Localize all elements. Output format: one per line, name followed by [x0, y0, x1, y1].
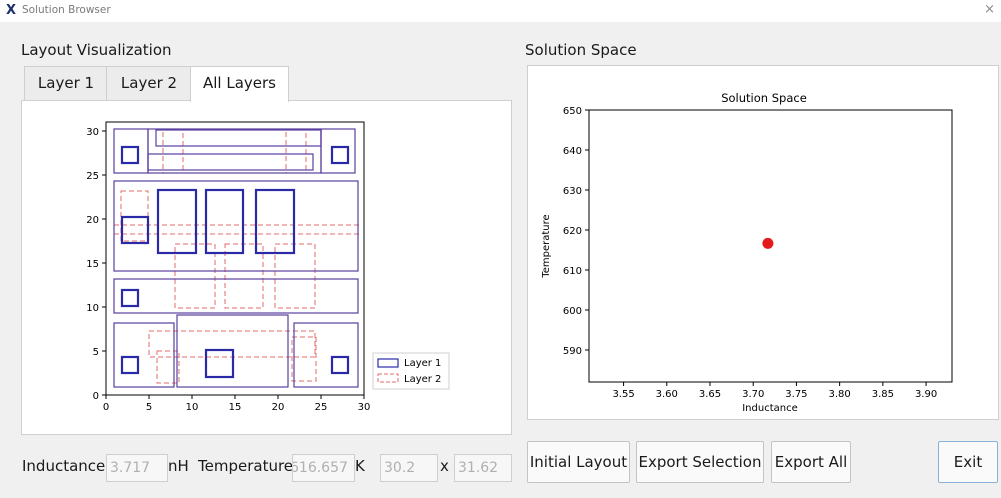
x-logo-icon: X — [6, 3, 17, 18]
x-tick-label: 3.70 — [742, 389, 764, 400]
y-axis-label: Temperature — [541, 214, 552, 278]
legend-layer-1-label: Layer 1 — [404, 358, 441, 369]
x-axis-label: Inductance — [742, 403, 798, 414]
layout-y-tick-label: 10 — [86, 303, 99, 314]
x-tick-label: 3.90 — [915, 389, 937, 400]
layout-y-tick-label: 0 — [93, 391, 99, 402]
x-tick-label: 3.80 — [829, 389, 851, 400]
tab-layer-1[interactable]: Layer 1 — [24, 66, 108, 100]
layout-x-tick-label: 25 — [315, 402, 328, 413]
tab-all-layers[interactable]: All Layers — [190, 66, 289, 102]
exit-button[interactable]: Exit — [938, 441, 998, 483]
export-all-button[interactable]: Export All — [771, 441, 851, 483]
layout-plot: 0 5 10 15 20 25 30 0 5 10 15 20 25 30 La… — [86, 121, 450, 413]
window-title: Solution Browser — [22, 4, 111, 16]
layout-y-tick-label: 20 — [86, 215, 99, 226]
layout-x-ticks: 0 5 10 15 20 25 30 — [103, 395, 371, 413]
scatter-x-ticks: 3.55 3.60 3.65 3.70 3.75 3.80 3.85 3.90 — [612, 382, 937, 400]
solution-plot-panel: Solution Space 3.55 3.60 3.65 3.70 3.75 3.80 3… — [527, 65, 999, 420]
temperature-label: Temperature — [198, 457, 294, 475]
solution-scatter-plot[interactable]: Solution Space 3.55 3.60 3.65 3.70 3.75 3.80 3… — [528, 66, 998, 419]
inductance-unit: nH — [168, 457, 189, 475]
layout-x-tick-label: 5 — [146, 402, 152, 413]
layout-x-tick-label: 10 — [186, 402, 199, 413]
y-tick-label: 640 — [563, 146, 582, 157]
temperature-field[interactable]: 616.657 — [292, 454, 355, 482]
temperature-unit: K — [355, 457, 365, 475]
inductance-field[interactable]: 3.717 — [106, 454, 168, 482]
layout-y-tick-label: 15 — [86, 259, 99, 270]
x-tick-label: 3.55 — [612, 389, 634, 400]
scatter-y-ticks: 590 600 610 620 630 640 650 — [563, 106, 589, 357]
layout-axes-frame — [105, 121, 365, 396]
export-selection-button[interactable]: Export Selection — [636, 441, 764, 483]
layout-visualization-title: Layout Visualization — [21, 41, 172, 59]
solution-space-title: Solution Space — [525, 41, 637, 59]
layout-x-tick-label: 20 — [272, 402, 285, 413]
dimension-y-field[interactable]: 31.62 — [454, 454, 512, 482]
layout-plot-panel: 0 5 10 15 20 25 30 0 5 10 15 20 25 30 La… — [21, 100, 512, 435]
x-tick-label: 3.65 — [699, 389, 721, 400]
layout-legend: Layer 1 Layer 2 — [372, 352, 450, 390]
layout-y-tick-label: 25 — [86, 171, 99, 182]
y-tick-label: 620 — [563, 226, 582, 237]
layout-x-tick-label: 30 — [358, 402, 371, 413]
y-tick-label: 630 — [563, 186, 582, 197]
layout-y-tick-label: 30 — [86, 127, 99, 138]
scatter-points — [762, 237, 774, 249]
inductance-label: Inductance — [22, 457, 106, 475]
close-icon[interactable]: × — [984, 2, 995, 17]
initial-layout-button[interactable]: Initial Layout — [527, 441, 630, 483]
dimension-separator: x — [440, 457, 449, 475]
y-tick-label: 600 — [563, 306, 582, 317]
tab-layer-2[interactable]: Layer 2 — [106, 66, 192, 100]
chart-title: Solution Space — [721, 91, 807, 105]
layout-x-tick-label: 0 — [103, 402, 109, 413]
x-tick-label: 3.75 — [785, 389, 807, 400]
y-tick-label: 650 — [563, 106, 582, 117]
x-tick-label: 3.60 — [656, 389, 678, 400]
dimension-x-field[interactable]: 30.2 — [380, 454, 438, 482]
solution-point[interactable] — [762, 237, 774, 249]
layout-x-tick-label: 15 — [229, 402, 242, 413]
x-tick-label: 3.85 — [872, 389, 894, 400]
layout-y-tick-label: 5 — [93, 347, 99, 358]
y-tick-label: 590 — [563, 346, 582, 357]
y-tick-label: 610 — [563, 266, 582, 277]
legend-layer-2-label: Layer 2 — [404, 374, 441, 385]
title-bar: X Solution Browser × — [0, 0, 1001, 22]
layout-y-ticks: 0 5 10 15 20 25 30 — [86, 127, 106, 402]
